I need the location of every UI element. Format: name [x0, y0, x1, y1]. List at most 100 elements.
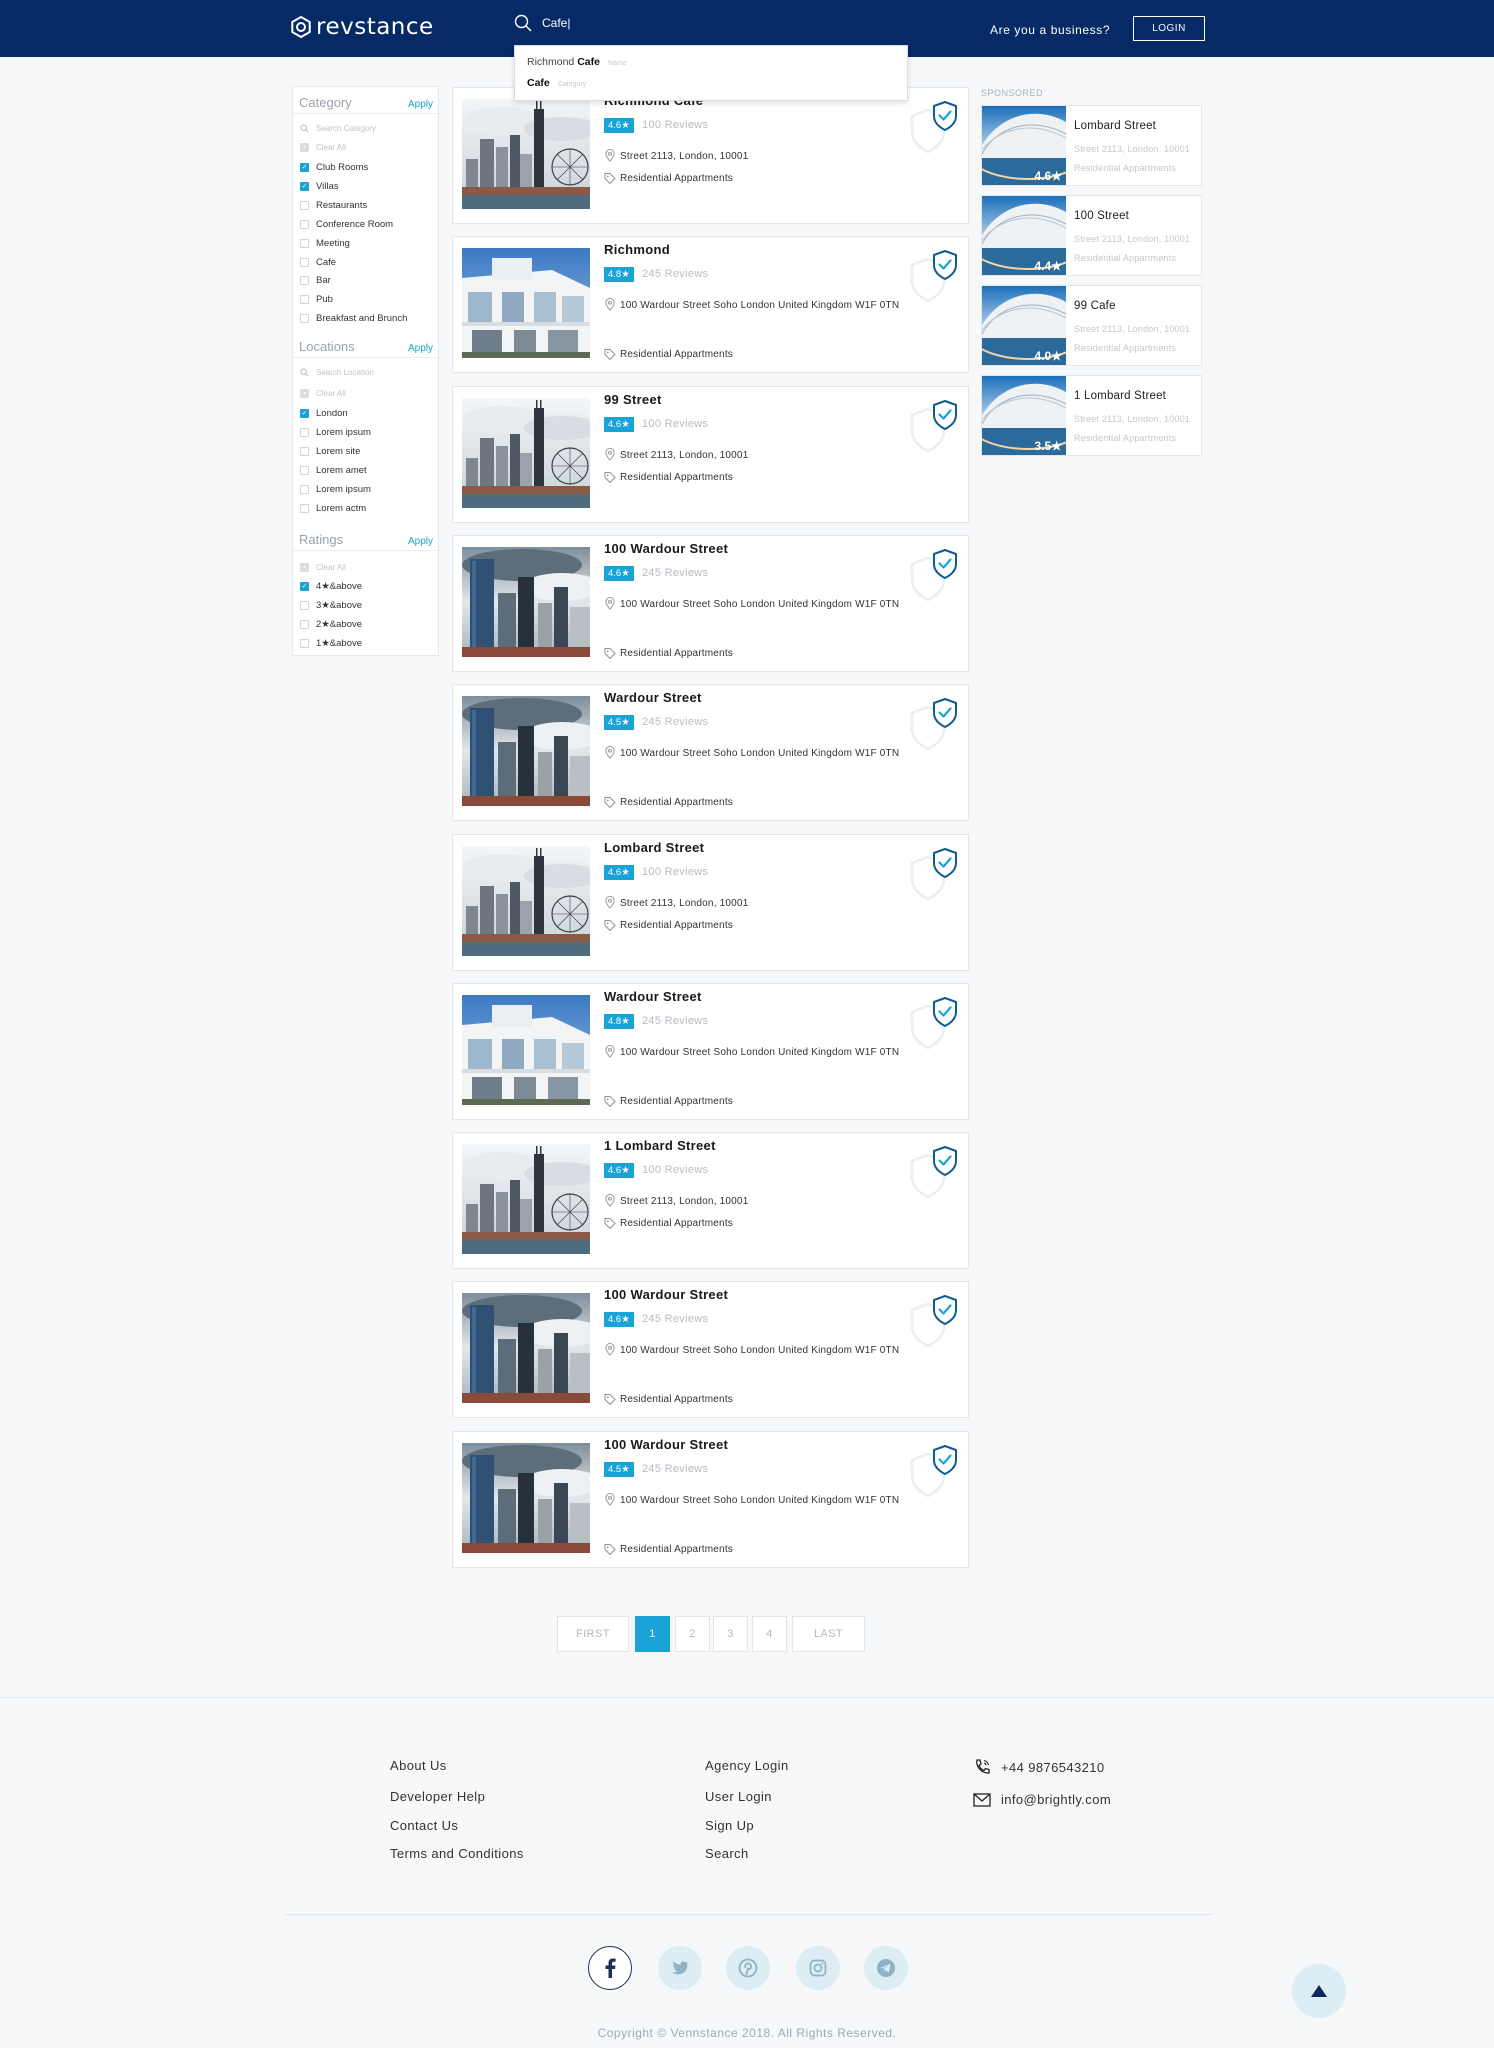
listing-title[interactable]: 1 Lombard Street — [604, 1138, 716, 1153]
footer-link[interactable]: Sign Up — [705, 1818, 754, 1833]
review-count[interactable]: 100 Reviews — [642, 418, 708, 430]
checkbox[interactable]: ✓ — [300, 582, 309, 591]
listing-thumbnail[interactable] — [462, 1293, 590, 1404]
listing-title[interactable]: Lombard Street — [604, 840, 704, 855]
checkbox[interactable]: ▪ — [300, 389, 309, 398]
facebook-button[interactable] — [588, 1946, 632, 1990]
footer-email[interactable]: info@brightly.com — [973, 1792, 1111, 1807]
locations-apply-button[interactable]: Apply — [408, 343, 433, 354]
checkbox[interactable] — [300, 465, 309, 475]
category-option[interactable]: Bar — [300, 275, 331, 286]
listing-thumbnail[interactable] — [462, 994, 590, 1105]
review-count[interactable]: 245 Reviews — [642, 1463, 708, 1475]
last-page-button[interactable]: LAST — [792, 1616, 865, 1652]
checkbox[interactable] — [300, 219, 309, 229]
footer-link[interactable]: Search — [705, 1846, 749, 1861]
sponsored-thumbnail[interactable]: 3.5★ — [982, 376, 1066, 455]
listing-card[interactable]: 100 Wardour Street 4.6★ 245 Reviews 100 … — [452, 534, 969, 672]
sponsored-thumbnail[interactable]: 4.0★ — [982, 286, 1066, 365]
search-input[interactable] — [542, 16, 742, 30]
suggestion-item[interactable]: Richmond Cafe Name — [527, 56, 627, 68]
sponsored-card[interactable]: 4.6★ Lombard Street Street 2113, London,… — [981, 105, 1202, 186]
listing-thumbnail[interactable] — [462, 546, 590, 657]
footer-link[interactable]: About Us — [390, 1758, 447, 1773]
listing-card[interactable]: Wardour Street 4.8★ 245 Reviews 100 Ward… — [452, 982, 969, 1120]
locations-option[interactable]: ✓ London — [300, 408, 348, 419]
category-option[interactable]: Breakfast and Brunch — [300, 313, 407, 324]
listing-card[interactable]: Wardour Street 4.5★ 245 Reviews 100 Ward… — [452, 684, 969, 822]
footer-link[interactable]: Terms and Conditions — [390, 1846, 524, 1861]
listing-title[interactable]: 100 Wardour Street — [604, 1437, 728, 1452]
listing-thumbnail[interactable] — [462, 696, 590, 807]
first-page-button[interactable]: FIRST — [557, 1616, 629, 1652]
ratings-apply-button[interactable]: Apply — [408, 536, 433, 547]
category-option[interactable]: Meeting — [300, 238, 350, 249]
category-option[interactable]: Cafe — [300, 257, 336, 268]
location-search[interactable]: Search Location — [300, 368, 374, 377]
review-count[interactable]: 100 Reviews — [642, 1164, 708, 1176]
review-count[interactable]: 245 Reviews — [642, 567, 708, 579]
checkbox[interactable] — [300, 257, 309, 267]
page-button[interactable]: 1 — [635, 1616, 670, 1652]
listing-thumbnail[interactable] — [462, 397, 590, 508]
footer-link[interactable]: Agency Login — [705, 1758, 789, 1773]
listing-title[interactable]: 100 Wardour Street — [604, 1287, 728, 1302]
page-button[interactable]: 4 — [752, 1616, 787, 1652]
ratings-option[interactable]: 2★&above — [300, 619, 362, 630]
checkbox[interactable] — [300, 503, 309, 513]
category-apply-button[interactable]: Apply — [408, 99, 433, 110]
listing-title[interactable]: Wardour Street — [604, 989, 702, 1004]
sponsored-thumbnail[interactable]: 4.4★ — [982, 196, 1066, 275]
review-count[interactable]: 245 Reviews — [642, 1313, 708, 1325]
listing-thumbnail[interactable] — [462, 1144, 590, 1255]
suggestion-item[interactable]: Cafe Category — [527, 77, 586, 89]
listing-card[interactable]: 100 Wardour Street 4.6★ 245 Reviews 100 … — [452, 1281, 969, 1419]
locations-option[interactable]: Lorem actm — [300, 503, 366, 514]
locations-option[interactable]: Lorem amet — [300, 465, 367, 476]
review-count[interactable]: 100 Reviews — [642, 866, 708, 878]
category-option[interactable]: ✓ Club Rooms — [300, 162, 368, 173]
checkbox[interactable] — [300, 200, 309, 210]
category-clear-all[interactable]: ▪ Clear All — [300, 143, 346, 152]
checkbox[interactable] — [300, 238, 309, 248]
search-bar[interactable] — [514, 14, 742, 32]
sponsored-title[interactable]: 1 Lombard Street — [1074, 390, 1166, 402]
checkbox[interactable]: ▪ — [300, 563, 309, 572]
review-count[interactable]: 245 Reviews — [642, 1015, 708, 1027]
locations-clear-all[interactable]: ▪ Clear All — [300, 389, 346, 398]
ratings-option[interactable]: 1★&above — [300, 638, 362, 649]
listing-thumbnail[interactable] — [462, 99, 590, 209]
locations-option[interactable]: Lorem ipsum — [300, 427, 371, 438]
listing-title[interactable]: Wardour Street — [604, 690, 702, 705]
page-button[interactable]: 3 — [713, 1616, 748, 1652]
ratings-clear-all[interactable]: ▪ Clear All — [300, 563, 346, 572]
footer-phone[interactable]: +44 9876543210 — [973, 1758, 1105, 1776]
login-button[interactable]: LOGIN — [1133, 16, 1205, 41]
twitter-button[interactable] — [658, 1946, 702, 1990]
checkbox[interactable] — [300, 620, 309, 629]
checkbox[interactable] — [300, 639, 309, 648]
footer-link[interactable]: Developer Help — [390, 1789, 485, 1804]
checkbox[interactable] — [300, 276, 309, 286]
review-count[interactable]: 100 Reviews — [642, 119, 708, 131]
listing-title[interactable]: Richmond — [604, 242, 670, 257]
listing-card[interactable]: Richmond Cafe 4.6★ 100 Reviews Street 21… — [452, 87, 969, 224]
listing-thumbnail[interactable] — [462, 845, 590, 956]
review-count[interactable]: 245 Reviews — [642, 268, 708, 280]
checkbox[interactable]: ✓ — [300, 409, 309, 418]
category-search[interactable]: Search Category — [300, 124, 376, 133]
checkbox[interactable] — [300, 484, 309, 494]
pinterest-button[interactable] — [726, 1946, 770, 1990]
checkbox[interactable] — [300, 446, 309, 456]
listing-card[interactable]: 1 Lombard Street 4.6★ 100 Reviews Street… — [452, 1132, 969, 1270]
brand-logo[interactable]: revstance — [290, 14, 434, 40]
locations-option[interactable]: Lorem ipsum — [300, 484, 371, 495]
category-option[interactable]: Restaurants — [300, 200, 367, 211]
sponsored-title[interactable]: Lombard Street — [1074, 120, 1156, 132]
checkbox[interactable] — [300, 314, 309, 324]
listing-title[interactable]: 100 Wardour Street — [604, 541, 728, 556]
checkbox[interactable]: ▪ — [300, 143, 309, 152]
listing-card[interactable]: 99 Street 4.6★ 100 Reviews Street 2113, … — [452, 385, 969, 523]
checkbox[interactable]: ✓ — [300, 163, 309, 172]
checkbox[interactable] — [300, 427, 309, 437]
